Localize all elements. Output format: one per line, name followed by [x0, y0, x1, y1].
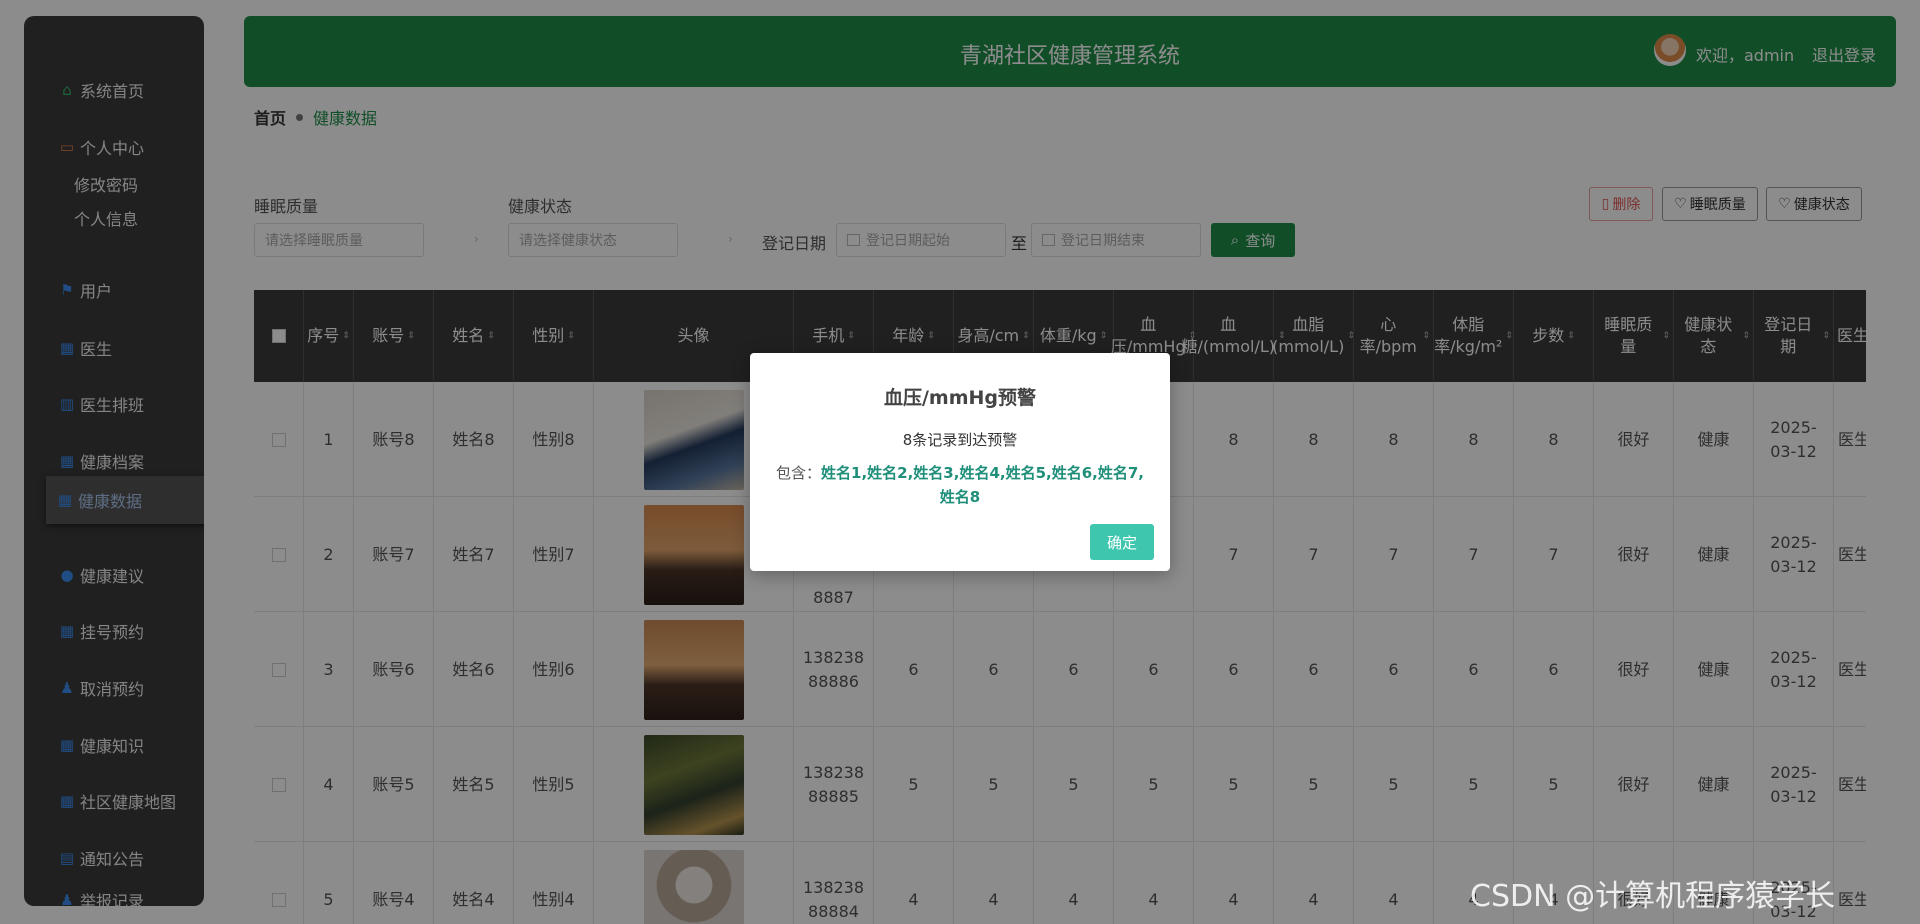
dialog-title: 血压/mmHg预警	[883, 387, 1037, 409]
dialog-name-list: 包含：姓名1,姓名2,姓名3,姓名4,姓名5,姓名6,姓名7,姓名8	[770, 461, 1150, 509]
watermark-text: CSDN @计算机程序猿学长	[1470, 879, 1836, 914]
dialog-include-label: 包含：	[776, 464, 822, 482]
dialog-names: 姓名1,姓名2,姓名3,姓名4,姓名5,姓名6,姓名7,姓名8	[821, 464, 1144, 506]
alert-dialog: 血压/mmHg预警 8条记录到达预警 包含：姓名1,姓名2,姓名3,姓名4,姓名…	[750, 353, 1170, 571]
dialog-count-text: 8条记录到达预警	[902, 431, 1018, 449]
confirm-button[interactable]: 确定	[1090, 524, 1154, 560]
